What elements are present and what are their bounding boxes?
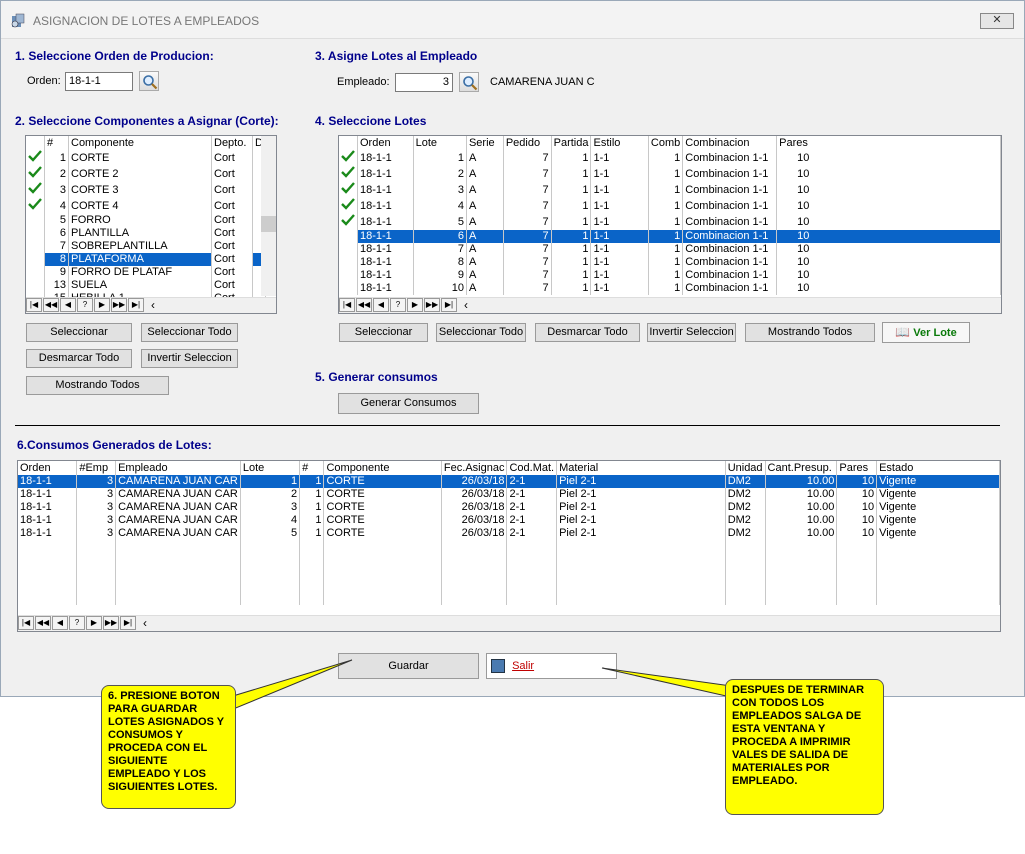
left-callout: 6. PRESIONE BOTON PARA GUARDAR LOTES ASI… xyxy=(101,685,236,809)
right-callout: DESPUES DE TERMINAR CON TODOS LOS EMPLEA… xyxy=(725,679,884,815)
